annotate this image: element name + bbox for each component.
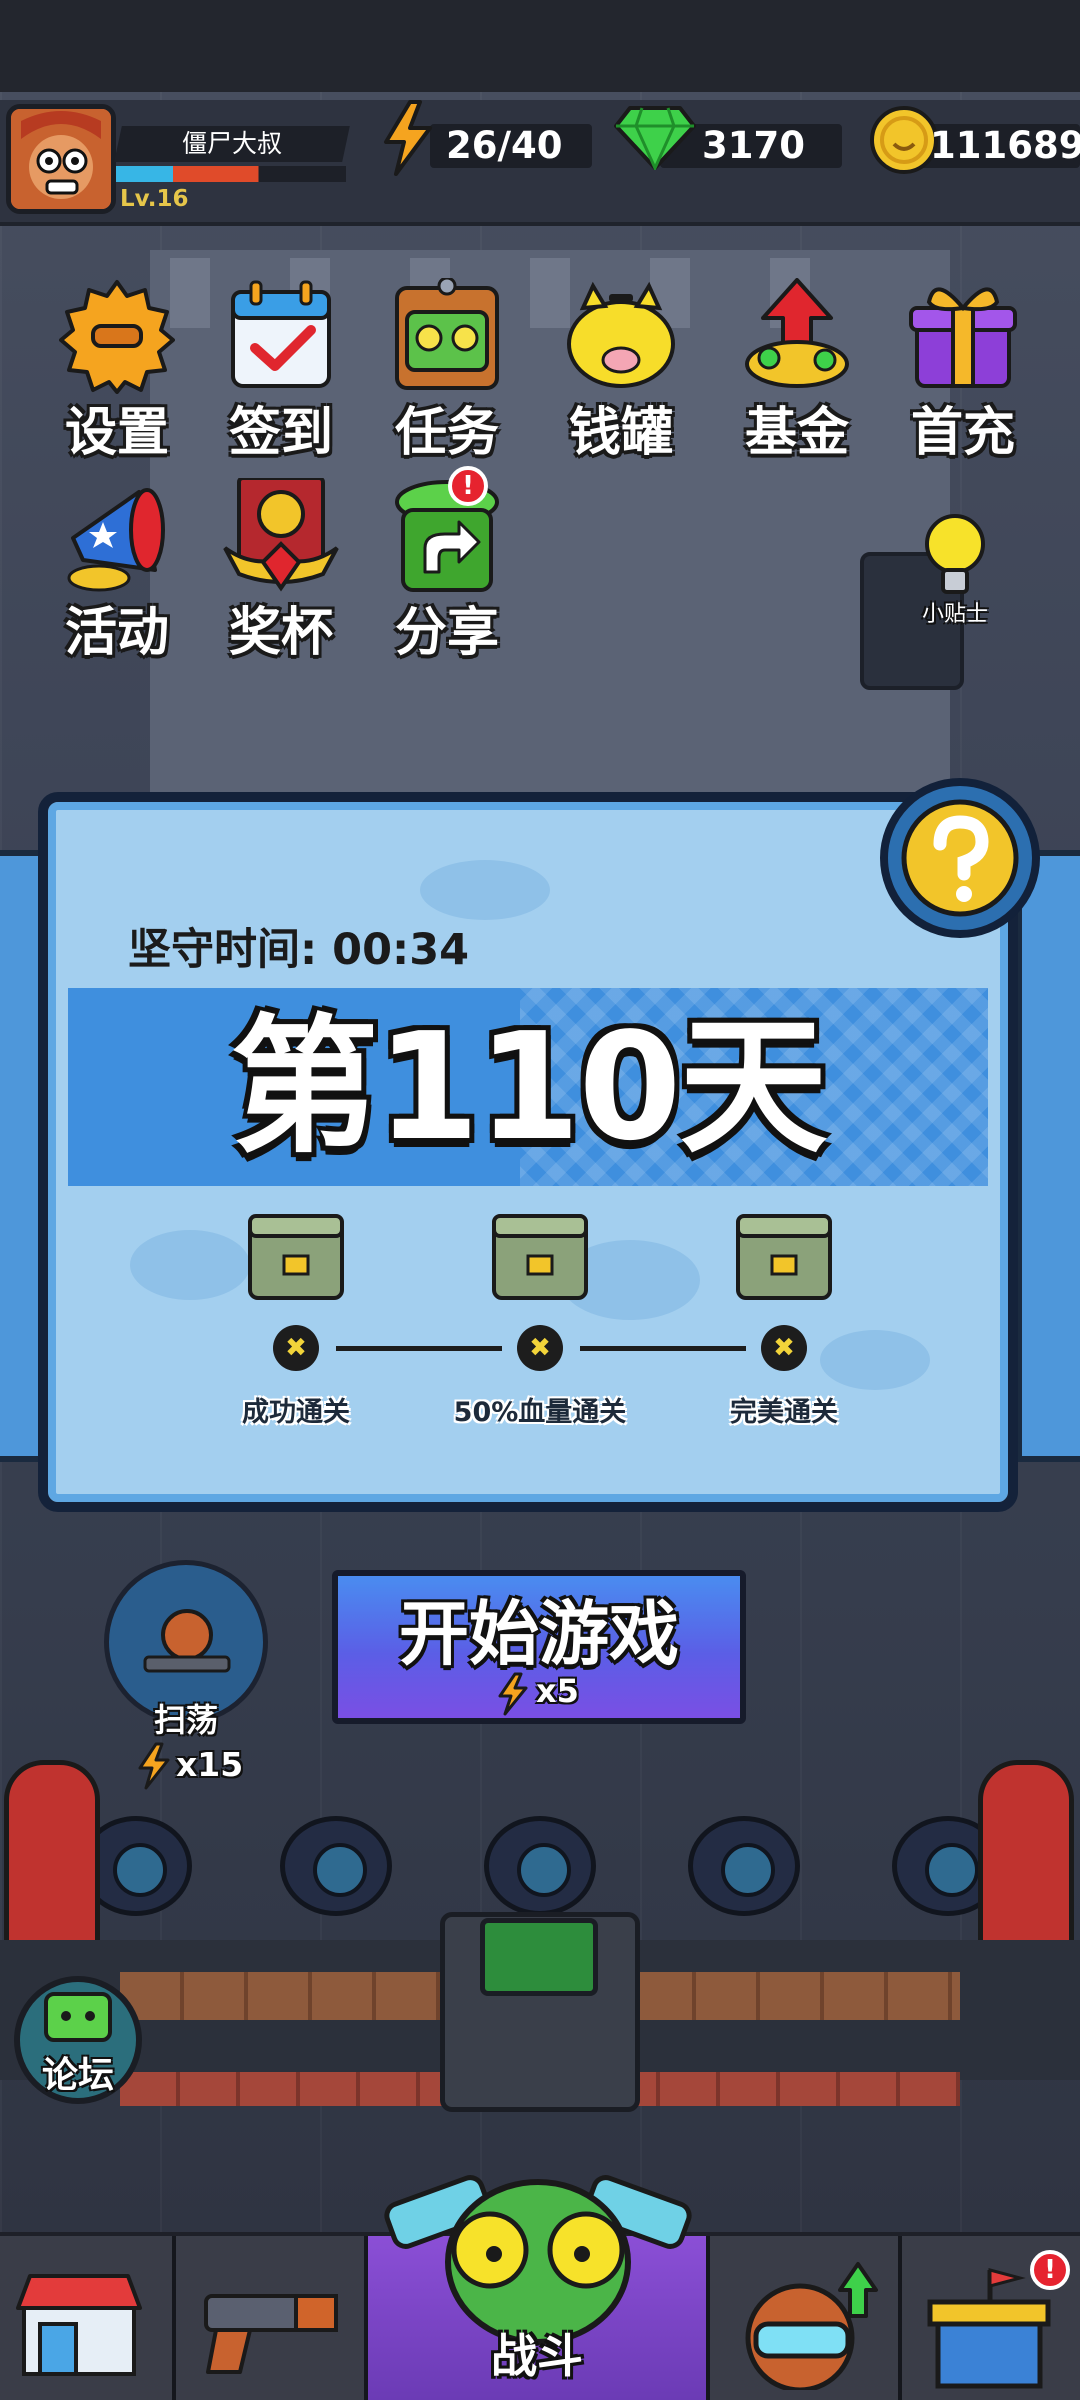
castle-icon [927,2268,1051,2389]
day-title: 第110天 [230,1001,828,1173]
status-bar-area [0,0,1080,92]
goal-node [761,1325,807,1371]
checkin-label: 签到 [228,403,333,463]
next-level-card-edge[interactable] [1016,850,1080,1462]
lightning-icon [138,1742,170,1790]
lightbulb-icon [925,514,985,594]
central-turret[interactable] [480,1918,598,1996]
turret-slot[interactable] [484,1816,596,1916]
goal-label: 50%血量通关 [453,1397,627,1428]
help-button[interactable] [880,778,1040,938]
events-button[interactable]: 活动 [42,478,192,668]
nav-battle-label: 战斗 [491,2329,583,2383]
settings-label: 设置 [64,403,169,463]
lightning-icon [384,100,432,176]
question-icon [901,799,1019,917]
goal-label: 完美通关 [730,1397,838,1428]
piggybank-button[interactable]: 钱罐 [546,278,696,468]
share-icon [395,480,499,592]
task-board-icon [395,278,499,390]
sweep-cost: x15 [176,1745,244,1784]
goal-connector [580,1346,746,1351]
nav-heroes[interactable] [710,2236,902,2400]
sweep-character-icon [143,1609,231,1673]
calendar-icon [231,280,331,388]
piggybank-label: 钱罐 [568,403,673,463]
gun-icon [204,2294,338,2374]
start-game-cost: x5 [536,1672,579,1710]
nav-shop[interactable] [0,2236,176,2400]
hero-icon [745,2262,878,2390]
player-avatar[interactable] [6,104,116,214]
share-label: 分享 [394,603,499,663]
fund-label: 基金 [744,403,849,463]
events-label: 活动 [64,603,169,663]
start-game-label: 开始游戏 [399,1593,679,1675]
tasks-label: 任务 [394,403,499,463]
checkin-button[interactable]: 签到 [206,278,356,468]
forum-chat-icon [44,1992,112,2042]
lightning-icon [498,1672,528,1716]
settings-button[interactable]: 设置 [42,278,192,468]
xp-bar-fill [116,166,346,182]
reward-crate[interactable] [246,1206,346,1302]
share-button[interactable]: 分享 [372,478,522,668]
tasks-button[interactable]: 任务 [372,278,522,468]
trophy-banner-icon [223,478,339,592]
goal-node [517,1325,563,1371]
reward-crate[interactable] [490,1206,590,1302]
turret-slot[interactable] [688,1816,800,1916]
gift-box-icon [909,287,1017,388]
crate-icon [248,1214,344,1300]
reward-crate[interactable] [734,1206,834,1302]
sweep-label: 扫荡 [153,1701,218,1739]
goal-label: 成功通关 [242,1397,350,1428]
tips-label: 小贴士 [921,602,988,627]
crate-icon [736,1214,832,1300]
shop-icon [16,2274,142,2376]
tips-button[interactable]: 小贴士 [900,512,1010,632]
crate-icon [492,1214,588,1300]
share-notification-badge: ! [448,466,488,506]
avatar-face-icon [11,109,111,209]
fund-arrow-icon [745,278,849,388]
gear-icon [59,280,175,394]
coin-value: 111689 [930,124,1080,167]
trophy-button[interactable]: 奖杯 [206,478,356,668]
hold-time: 坚守时间: 00:34 [128,925,470,975]
piggy-bank-icon [567,281,675,388]
gem-icon [614,106,696,170]
player-level: Lv.16 [120,186,189,212]
energy-value: 26/40 [446,124,563,167]
nav-weapons[interactable] [176,2236,368,2400]
megaphone-icon [67,488,165,592]
first-recharge-button[interactable]: 首充 [888,278,1038,468]
goal-node [273,1325,319,1371]
fund-button[interactable]: 基金 [722,278,872,468]
trophy-label: 奖杯 [228,603,333,663]
gem-value: 3170 [702,124,805,167]
forum-label: 论坛 [41,2055,114,2096]
base-notification-badge: ! [1030,2250,1070,2290]
first-recharge-label: 首充 [910,403,1015,463]
player-name: 僵尸大叔 [181,129,282,158]
turret-slot[interactable] [280,1816,392,1916]
goal-connector [336,1346,502,1351]
